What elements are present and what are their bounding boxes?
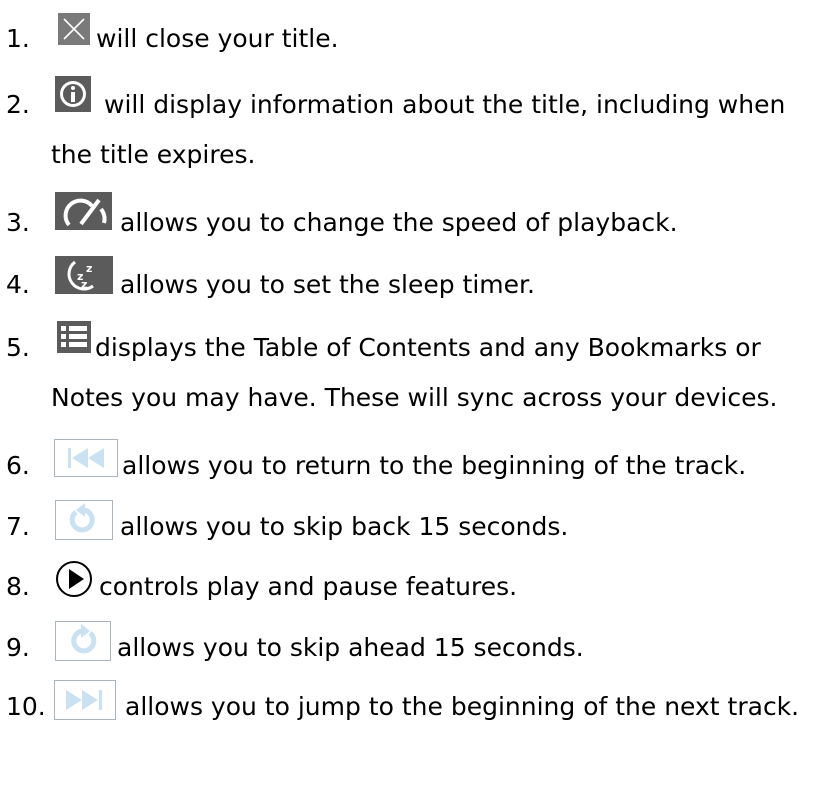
item-text-line1: will display information about the title… — [104, 90, 786, 119]
skip-back-icon — [55, 500, 113, 540]
item-text: allows you to skip ahead 15 seconds. — [117, 633, 584, 662]
close-icon — [58, 13, 90, 45]
item-text: allows you to change the speed of playba… — [120, 208, 678, 237]
item-text: will close your title. — [96, 24, 339, 53]
info-icon — [55, 76, 91, 112]
item-text-line2: Notes you may have. These will sync acro… — [51, 383, 778, 412]
item-number: 7. — [6, 512, 30, 541]
item-text-line1: displays the Table of Contents and any B… — [95, 333, 761, 362]
previous-track-icon — [54, 439, 118, 477]
item-number: 6. — [6, 451, 30, 480]
item-number: 2. — [6, 90, 30, 119]
item-number: 9. — [6, 633, 30, 662]
item-number: 1. — [6, 24, 30, 53]
item-number: 4. — [6, 270, 30, 299]
svg-text:z: z — [86, 262, 92, 275]
item-text: controls play and pause features. — [99, 572, 518, 601]
item-number: 5. — [6, 333, 30, 362]
next-track-icon — [54, 680, 116, 720]
item-number: 3. — [6, 208, 30, 237]
item-text: allows you to return to the beginning of… — [122, 451, 747, 480]
item-text: allows you to skip back 15 seconds. — [120, 512, 569, 541]
item-text-line2: the title expires. — [51, 140, 256, 169]
speed-gauge-icon — [55, 192, 112, 230]
table-of-contents-icon — [57, 321, 91, 353]
svg-text:z: z — [81, 278, 87, 291]
item-text: allows you to jump to the beginning of t… — [125, 692, 800, 721]
sleep-timer-icon: z z z — [55, 256, 113, 294]
item-text: allows you to set the sleep timer. — [120, 270, 535, 299]
instructions-list: 1. will close your title. 2. will displa… — [0, 0, 835, 799]
skip-forward-icon — [55, 621, 111, 661]
play-icon — [56, 561, 92, 597]
item-number: 8. — [6, 572, 30, 601]
item-number: 10. — [6, 692, 46, 721]
